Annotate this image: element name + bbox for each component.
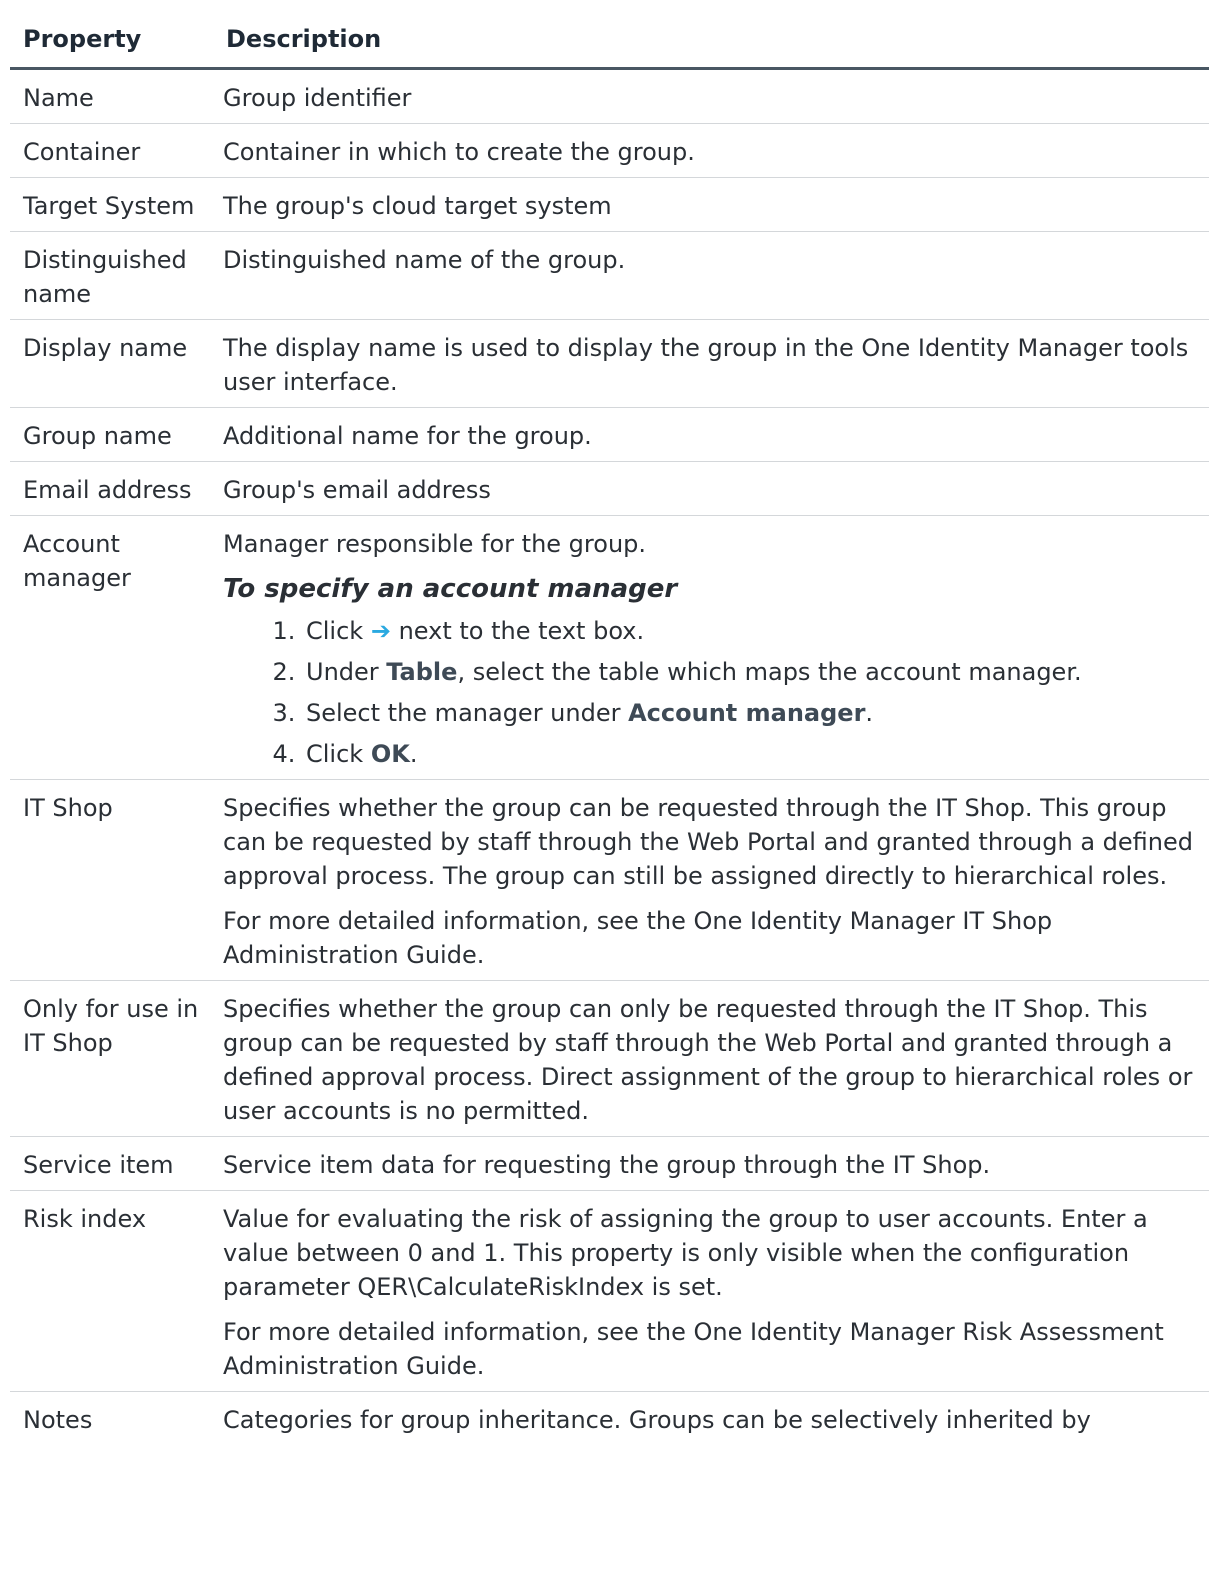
step-text: next to the text box. (390, 617, 645, 645)
property-cell: Risk index (10, 1190, 213, 1392)
property-cell: Container (10, 123, 213, 178)
more-info-text: For more detailed information, see the O… (223, 907, 1053, 969)
description-cell: Manager responsible for the group. To sp… (213, 515, 1209, 780)
property-cell: Service item (10, 1136, 213, 1191)
header-property: Property (10, 0, 213, 70)
table-row: Target System The group's cloud target s… (10, 177, 1209, 232)
property-cell: Target System (10, 177, 213, 232)
table-row: Container Container in which to create t… (10, 123, 1209, 178)
property-cell: Name (10, 68, 213, 124)
procedure-step: Select the manager under Account manager… (303, 696, 1209, 730)
table-row: Display name The display name is used to… (10, 319, 1209, 408)
property-cell: Distinguished name (10, 231, 213, 320)
header-description: Description (213, 0, 1209, 70)
ui-term-account-manager: Account manager (628, 699, 866, 727)
property-cell: Display name (10, 319, 213, 408)
table-row: Account manager Manager responsible for … (10, 515, 1209, 780)
property-cell: Email address (10, 461, 213, 516)
procedure-title: To specify an account manager (223, 574, 678, 604)
description-text: Specifies whether the group can be reque… (223, 794, 1193, 890)
description-cell: Group identifier (213, 68, 1209, 124)
table-row: IT Shop Specifies whether the group can … (10, 779, 1209, 981)
table-row: Risk index Value for evaluating the risk… (10, 1190, 1209, 1392)
table-row: Email address Group's email address (10, 461, 1209, 516)
procedure-step: Click ➔ next to the text box. (303, 614, 1209, 648)
description-cell: Container in which to create the group. (213, 123, 1209, 178)
procedure-step: Click OK. (303, 737, 1209, 771)
ui-term-table: Table (386, 658, 458, 686)
table-row: Group name Additional name for the group… (10, 407, 1209, 462)
more-info-text: For more detailed information, see the O… (223, 1318, 1164, 1380)
description-cell: Specifies whether the group can be reque… (213, 779, 1209, 981)
description-cell: Categories for group inheritance. Groups… (223, 1406, 1091, 1434)
description-cell: Specifies whether the group can only be … (213, 980, 1209, 1137)
procedure-step: Under Table, select the table which maps… (303, 655, 1209, 689)
table-row: Distinguished name Distinguished name of… (10, 231, 1209, 320)
arrow-right-icon: ➔ (370, 617, 391, 645)
property-cell: Group name (10, 407, 213, 462)
description-cell: Value for evaluating the risk of assigni… (213, 1190, 1209, 1392)
property-cell: Notes (23, 1406, 93, 1434)
procedure-steps: Click ➔ next to the text box. Under Tabl… (223, 614, 1209, 771)
step-text: Select the manager under (306, 699, 629, 727)
document-page: Property Description Name Group identifi… (0, 0, 1209, 1575)
properties-table: Property Description Name Group identifi… (10, 0, 1209, 1445)
step-text: Click (306, 740, 371, 768)
step-text: . (865, 699, 874, 727)
table-row: Service item Service item data for reque… (10, 1136, 1209, 1191)
table-row: Name Group identifier (10, 68, 1209, 124)
property-cell: Account manager (10, 515, 213, 780)
property-cell: Only for use in IT Shop (10, 980, 213, 1137)
step-text: , select the table which maps the accoun… (457, 658, 1082, 686)
table-header-row: Property Description (10, 0, 1209, 70)
description-cell: The group's cloud target system (213, 177, 1209, 232)
description-cell: The display name is used to display the … (213, 319, 1209, 408)
table-row: Only for use in IT Shop Specifies whethe… (10, 980, 1209, 1137)
description-cell: Additional name for the group. (213, 407, 1209, 462)
property-cell: IT Shop (10, 779, 213, 981)
table-row: Notes Categories for group inheritance. … (10, 1392, 1209, 1446)
description-cell: Service item data for requesting the gro… (213, 1136, 1209, 1191)
step-text: Under (306, 658, 387, 686)
step-text: Click (306, 617, 371, 645)
description-cell: Group's email address (213, 461, 1209, 516)
description-text: Value for evaluating the risk of assigni… (223, 1205, 1148, 1301)
description-text: Manager responsible for the group. (223, 530, 647, 558)
description-cell: Distinguished name of the group. (213, 231, 1209, 320)
step-text: . (409, 740, 418, 768)
ui-term-ok: OK (370, 740, 410, 768)
